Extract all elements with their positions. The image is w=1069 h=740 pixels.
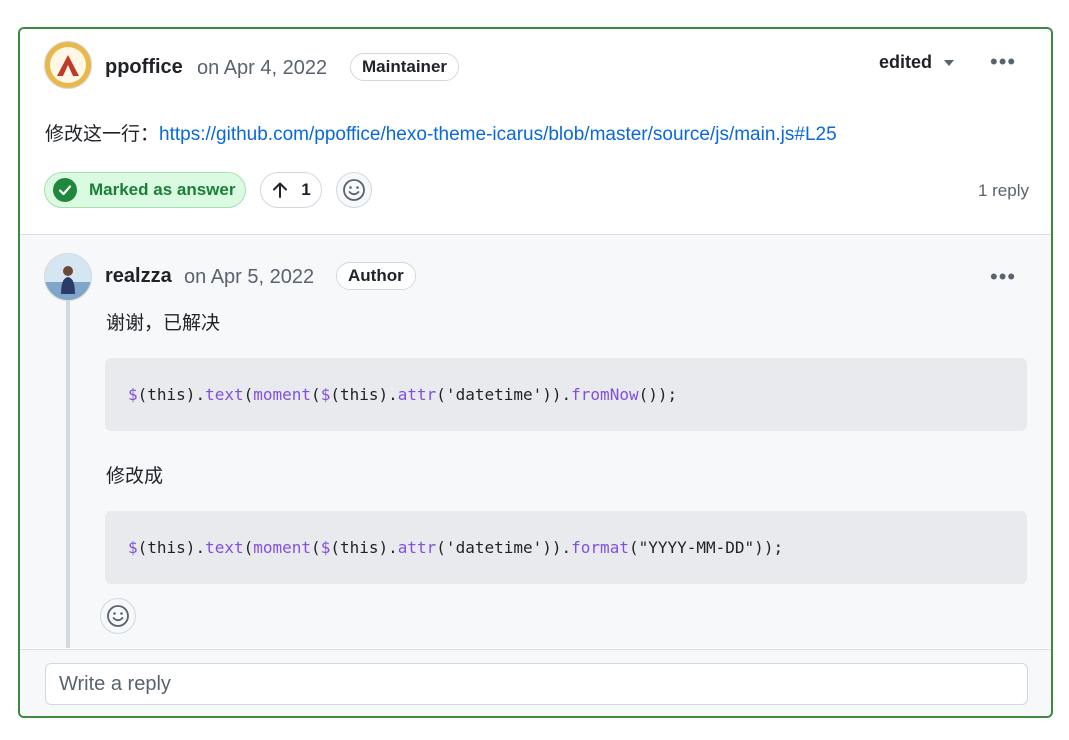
code-token: (: [311, 538, 321, 557]
code-block-fixed: $ (this). text(moment($ (this). attr ('dateti…: [105, 511, 1027, 584]
icarus-logo-icon: [50, 47, 86, 83]
maintainer-badge: Maintainer: [350, 53, 460, 81]
code-token: ());: [638, 385, 678, 404]
check-circle-icon: [53, 178, 77, 202]
code-token: format: [571, 538, 629, 557]
reply-thread: realzza on Apr 5, 2022 Author ••• 谢谢，已解决…: [20, 235, 1051, 648]
edited-dropdown[interactable]: edited: [879, 52, 955, 73]
avatar-realzza[interactable]: [44, 253, 92, 301]
code-token: $: [128, 385, 138, 404]
reply-author[interactable]: realzza: [105, 265, 172, 288]
code-token: $: [320, 538, 331, 557]
main-comment: ppoffice on Apr 4, 2022 Maintainer edite…: [20, 29, 1051, 235]
comment-options-icon[interactable]: •••: [990, 51, 1016, 73]
code-token: (: [243, 538, 254, 557]
user-photo-icon: [45, 254, 91, 300]
reply-composer: [20, 649, 1051, 716]
arrow-up-icon: [273, 182, 288, 198]
code-token: (: [243, 385, 254, 404]
add-reaction-button[interactable]: [336, 172, 372, 208]
source-link[interactable]: https://github.com/ppoffice/hexo-theme-i…: [159, 124, 837, 145]
reply-options-icon[interactable]: •••: [990, 266, 1016, 288]
smiley-icon: [343, 179, 365, 201]
code-token: ("YYYY-MM-DD"));: [628, 538, 784, 557]
code-token: moment: [253, 538, 312, 557]
code-token: attr: [397, 538, 437, 557]
marked-as-answer-badge[interactable]: Marked as answer: [44, 172, 246, 208]
code-token: $: [128, 538, 138, 557]
upvote-button[interactable]: 1: [260, 172, 322, 208]
avatar-ppoffice[interactable]: [44, 41, 92, 89]
smiley-icon: [107, 605, 129, 627]
comment-date[interactable]: on Apr 4, 2022: [197, 57, 327, 80]
comment-body: 修改这一行：https://github.com/ppoffice/hexo-t…: [45, 119, 837, 146]
code-token: ('datetime')).: [436, 538, 572, 557]
code-token: text: [205, 385, 244, 404]
reply-input[interactable]: [45, 663, 1028, 705]
code-token: (: [311, 385, 321, 404]
reply-count[interactable]: 1 reply: [978, 181, 1029, 201]
code-token: ('datetime')).: [436, 385, 572, 404]
answer-label: Marked as answer: [89, 180, 236, 199]
code-token: (this).: [137, 538, 206, 557]
edited-label: edited: [879, 52, 933, 72]
code-token: moment: [253, 385, 312, 404]
code-token: attr: [397, 385, 437, 404]
caret-down-icon: [944, 60, 955, 67]
code-block-original: $ (this). text(moment($ (this). attr ('dateti…: [105, 358, 1027, 431]
code-token: (this).: [137, 385, 206, 404]
code-token: text: [205, 538, 244, 557]
discussion-answer-card: ppoffice on Apr 4, 2022 Maintainer edite…: [18, 27, 1053, 718]
code-token: fromNow: [571, 385, 639, 404]
upvote-count: 1: [301, 180, 311, 199]
reply-text-changed: 修改成: [106, 466, 164, 487]
comment-author[interactable]: ppoffice: [105, 56, 183, 79]
author-badge: Author: [336, 262, 416, 290]
code-token: $: [320, 385, 331, 404]
code-token: (this).: [330, 538, 398, 557]
reply-add-reaction-button[interactable]: [100, 598, 136, 634]
comment-body-text: 修改这一行：: [45, 124, 160, 145]
reply-date[interactable]: on Apr 5, 2022: [184, 266, 314, 289]
code-token: (this).: [330, 385, 398, 404]
thread-line: [66, 293, 70, 648]
reply-text-thanks: 谢谢，已解决: [106, 313, 221, 334]
